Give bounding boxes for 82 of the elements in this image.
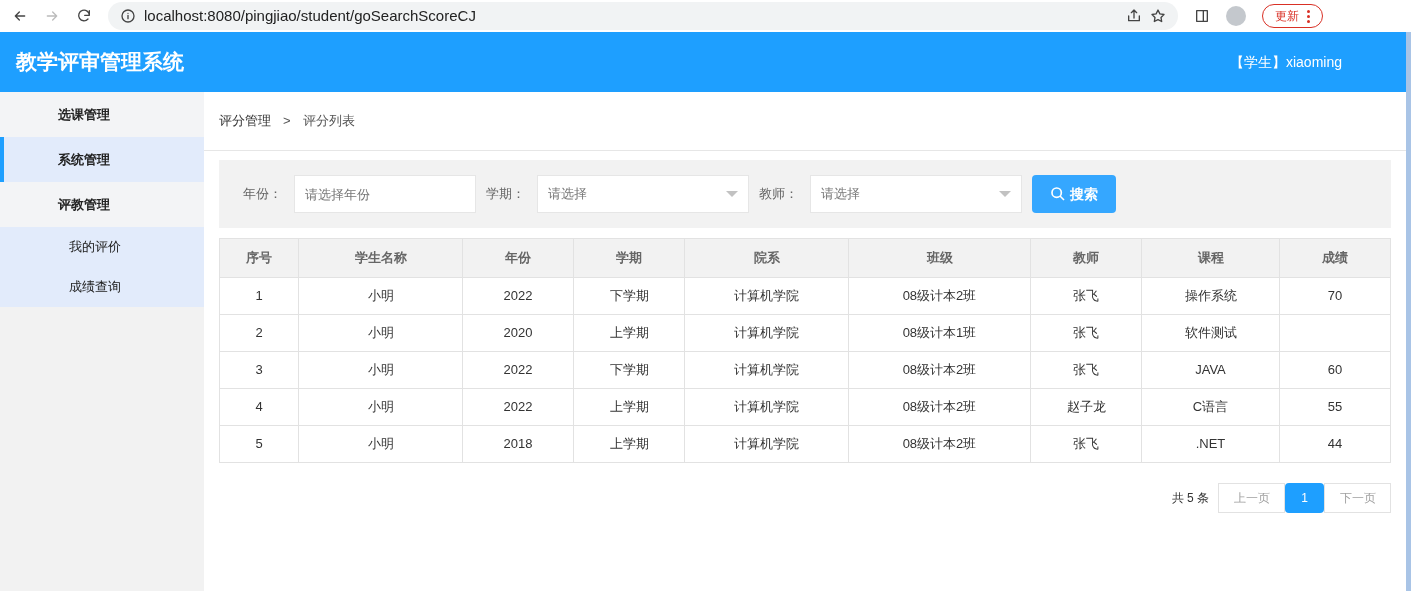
table-cell: 3: [219, 351, 299, 389]
table-cell: 44: [1279, 425, 1391, 463]
table-cell: 上学期: [573, 388, 685, 426]
table-cell: 张飞: [1030, 314, 1142, 352]
total-count: 共 5 条: [1171, 490, 1209, 506]
breadcrumb-separator: >: [283, 112, 291, 131]
table-cell: 2022: [462, 388, 574, 426]
filter-label: 学期：: [486, 185, 525, 204]
column-header: 年份: [462, 238, 574, 278]
caret-icon: [999, 191, 1011, 197]
table-cell: C语言: [1141, 388, 1280, 426]
sidebar-item[interactable]: 选课管理: [0, 92, 204, 137]
column-header: 学生名称: [298, 238, 463, 278]
table-cell: 2: [219, 314, 299, 352]
table-cell: 2022: [462, 277, 574, 315]
table-cell: 08级计本2班: [848, 277, 1031, 315]
table-cell: 软件测试: [1141, 314, 1280, 352]
table-cell: 08级计本1班: [848, 314, 1031, 352]
table-cell: .NET: [1141, 425, 1280, 463]
table-cell: 下学期: [573, 277, 685, 315]
table-cell: 小明: [298, 388, 463, 426]
column-header: 班级: [848, 238, 1031, 278]
table-cell: 操作系统: [1141, 277, 1280, 315]
table-cell: 计算机学院: [684, 425, 849, 463]
column-header: 课程: [1141, 238, 1280, 278]
table-cell: 60: [1279, 351, 1391, 389]
sidebar-item[interactable]: 评教管理: [0, 182, 204, 227]
table-cell: 小明: [298, 314, 463, 352]
select-field[interactable]: 请选择: [537, 175, 749, 213]
table-cell: 计算机学院: [684, 277, 849, 315]
star-icon[interactable]: [1150, 8, 1166, 24]
column-header: 院系: [684, 238, 849, 278]
table-cell: 4: [219, 388, 299, 426]
column-header: 教师: [1030, 238, 1142, 278]
side-panel-icon[interactable]: [1194, 8, 1210, 24]
page-button[interactable]: 1: [1285, 483, 1324, 513]
sidebar-subitem[interactable]: 成绩查询: [0, 267, 204, 307]
year-field[interactable]: 请选择年份: [294, 175, 476, 213]
sidebar-subitem[interactable]: 我的评价: [0, 227, 204, 267]
table-cell: 08级计本2班: [848, 425, 1031, 463]
column-header: 学期: [573, 238, 685, 278]
search-icon: [1050, 186, 1066, 202]
table-cell: 下学期: [573, 351, 685, 389]
table-cell: 2018: [462, 425, 574, 463]
table-cell: 2022: [462, 351, 574, 389]
table-cell: 1: [219, 277, 299, 315]
select-field[interactable]: 请选择: [810, 175, 1022, 213]
back-icon[interactable]: [12, 8, 28, 24]
table-cell: 赵子龙: [1030, 388, 1142, 426]
sidebar-item[interactable]: 系统管理: [0, 137, 204, 182]
app-title: 教学评审管理系统: [16, 49, 184, 76]
search-button[interactable]: 搜索: [1032, 175, 1116, 213]
filter-label: 教师：: [759, 185, 798, 204]
table-cell: 张飞: [1030, 425, 1142, 463]
table-cell: JAVA: [1141, 351, 1280, 389]
table-cell: 张飞: [1030, 351, 1142, 389]
table-cell: 70: [1279, 277, 1391, 315]
table-cell: 08级计本2班: [848, 388, 1031, 426]
table-cell: 计算机学院: [684, 314, 849, 352]
table-cell: 上学期: [573, 425, 685, 463]
table-cell: 55: [1279, 388, 1391, 426]
filter-label: 年份：: [243, 185, 282, 204]
table-cell: 小明: [298, 425, 463, 463]
user-label[interactable]: 【学生】xiaoming: [1229, 52, 1342, 72]
table-cell: 张飞: [1030, 277, 1142, 315]
address-bar[interactable]: localhost:8080/pingjiao/student/goSearchScoreCJ: [108, 2, 1178, 30]
table-cell: 计算机学院: [684, 351, 849, 389]
table-cell: 5: [219, 425, 299, 463]
info-icon[interactable]: [120, 8, 136, 24]
breadcrumb-current: 评分列表: [302, 112, 355, 131]
column-header: 成绩: [1279, 238, 1391, 278]
caret-icon: [726, 191, 738, 197]
table-cell: 计算机学院: [684, 388, 849, 426]
reload-icon[interactable]: [76, 8, 92, 24]
table-cell: 上学期: [573, 314, 685, 352]
table-cell: 小明: [298, 351, 463, 389]
share-icon[interactable]: [1126, 8, 1142, 24]
table-cell: 08级计本2班: [848, 351, 1031, 389]
table-cell: 2020: [462, 314, 574, 352]
breadcrumb-link[interactable]: 评分管理: [219, 111, 271, 131]
table-cell: 小明: [298, 277, 463, 315]
column-header: 序号: [219, 238, 299, 278]
